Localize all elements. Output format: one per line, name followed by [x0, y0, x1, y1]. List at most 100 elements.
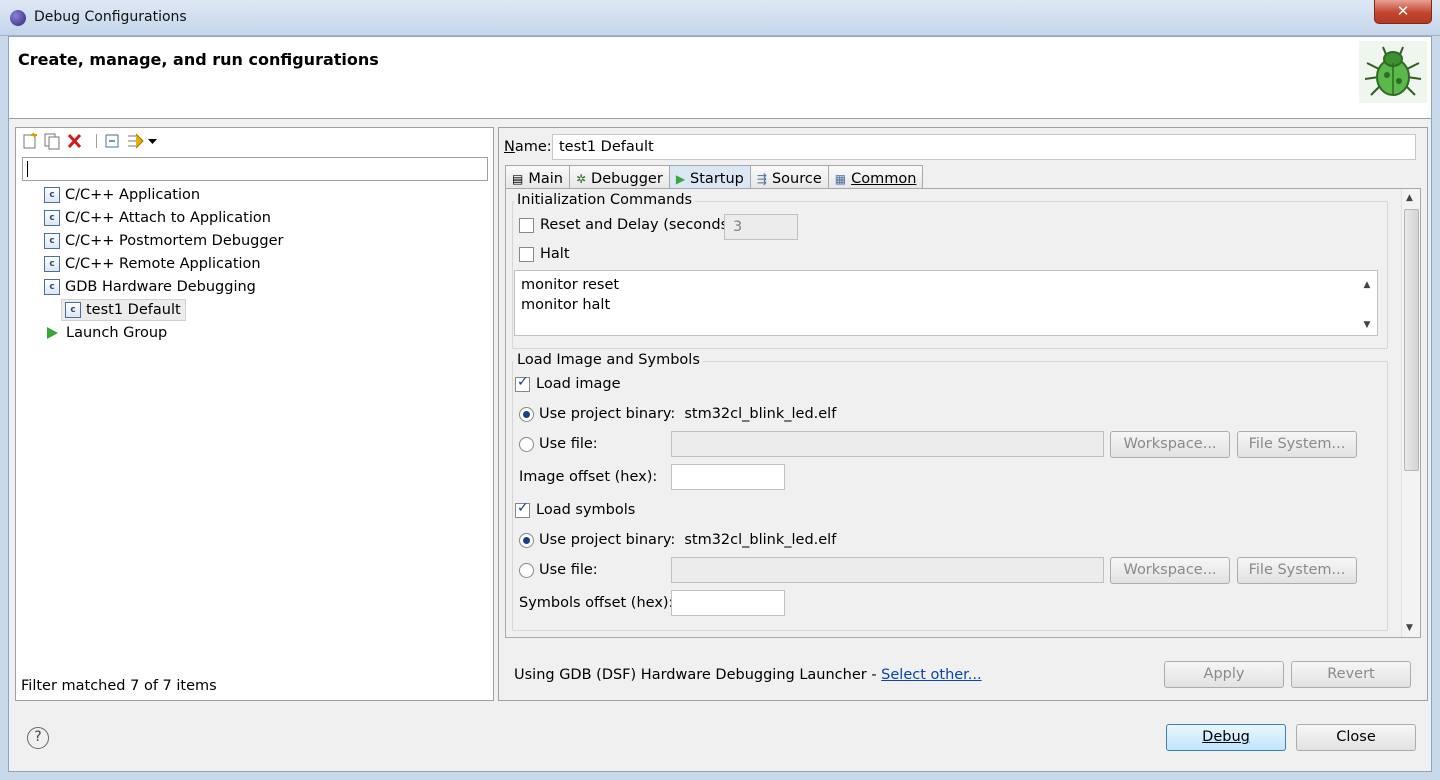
bug-icon	[1359, 41, 1427, 103]
scroll-down-icon[interactable]: ▼	[1359, 315, 1375, 335]
duplicate-icon[interactable]	[42, 132, 62, 150]
image-project-binary-label: Use project binary:	[539, 406, 676, 422]
tree-item-label: C/C++ Attach to Application	[65, 210, 271, 226]
symbols-use-file-label: Use file:	[539, 562, 598, 578]
source-tab-icon: ⇶	[756, 171, 767, 186]
startup-tab-icon: ▶	[675, 171, 686, 186]
close-icon[interactable]: ✕	[1374, 0, 1432, 24]
symbols-project-binary-label: Use project binary:	[539, 532, 676, 548]
command-line: monitor reset	[521, 277, 620, 293]
symbols-project-binary-radio[interactable]	[519, 532, 534, 548]
reset-delay-checkbox[interactable]	[519, 217, 534, 233]
symbols-filesystem-button[interactable]: File System...	[1237, 557, 1357, 584]
halt-row: Halt	[519, 246, 570, 262]
load-image-group	[512, 361, 1388, 631]
name-label: Name:	[504, 139, 552, 155]
tab-common[interactable]: ▦ Common	[827, 165, 924, 189]
load-image-label: Load image	[536, 376, 621, 392]
tree-item-gdb-hardware[interactable]: c GDB Hardware Debugging	[44, 276, 256, 298]
load-image-row: Load image	[515, 374, 621, 392]
command-line: monitor halt	[521, 297, 611, 313]
revert-button[interactable]: Revert	[1291, 661, 1411, 688]
scroll-up-icon[interactable]: ▲	[1359, 275, 1375, 295]
reset-delay-label: Reset and Delay (seconds):	[540, 217, 739, 233]
header-banner: Create, manage, and run configurations	[9, 37, 1431, 119]
toolbar-separator	[96, 134, 97, 148]
tree-item-launch-group[interactable]: Launch Group	[44, 322, 167, 344]
debugger-tab-icon: ✲	[575, 171, 587, 186]
c-config-icon: c	[44, 233, 60, 249]
c-config-icon: c	[44, 279, 60, 295]
tab-debugger[interactable]: ✲ Debugger	[568, 165, 670, 189]
c-config-icon: c	[44, 256, 60, 272]
tab-startup[interactable]: ▶ Startup	[668, 165, 751, 189]
c-config-icon: c	[44, 210, 60, 226]
tree-item-cpp-application[interactable]: c C/C++ Application	[44, 184, 200, 206]
init-commands-textarea[interactable]: monitor reset monitor halt ▲ ▼	[514, 270, 1378, 336]
symbols-binary-value: stm32cl_blink_led.elf	[684, 532, 837, 548]
scroll-up-icon[interactable]: ▲	[1406, 193, 1413, 203]
symbols-use-file-row: Use file:	[519, 562, 598, 578]
apply-button[interactable]: Apply	[1164, 661, 1284, 688]
launcher-info: Using GDB (DSF) Hardware Debugging Launc…	[514, 667, 982, 683]
image-use-file-row: Use file:	[519, 436, 598, 452]
image-workspace-button[interactable]: Workspace...	[1110, 431, 1230, 458]
scrollbar-thumb[interactable]	[1404, 209, 1419, 471]
delete-icon[interactable]	[65, 132, 85, 150]
delay-seconds-input[interactable]	[724, 214, 798, 240]
eclipse-icon	[10, 10, 26, 26]
load-symbols-checkbox[interactable]	[515, 500, 530, 518]
tab-source[interactable]: ⇶ Source	[749, 165, 829, 189]
tree-item-label: Launch Group	[66, 325, 168, 341]
image-use-file-label: Use file:	[539, 436, 598, 452]
config-editor-panel: Name: ▤Main ✲Debugger ▶Startup ⇶Source ▦…	[498, 127, 1428, 701]
tab-main[interactable]: ▤ Main	[505, 165, 570, 189]
config-name-input[interactable]	[552, 134, 1416, 160]
tree-item-label: GDB Hardware Debugging	[65, 279, 256, 295]
image-offset-row: Image offset (hex):	[519, 469, 657, 485]
init-commands-title: Initialization Commands	[514, 192, 696, 208]
symbols-file-input[interactable]	[671, 557, 1104, 583]
tree-item-cpp-attach[interactable]: c C/C++ Attach to Application	[44, 207, 271, 229]
image-file-input[interactable]	[671, 431, 1104, 457]
tree-item-label: C/C++ Application	[65, 187, 201, 203]
image-filesystem-button[interactable]: File System...	[1237, 431, 1357, 458]
text-caret	[27, 161, 28, 177]
symbols-offset-input[interactable]	[671, 590, 785, 616]
close-button[interactable]: Close	[1296, 724, 1416, 751]
collapse-all-icon[interactable]	[103, 132, 123, 150]
image-project-binary-row: Use project binary: stm32cl_blink_led.el…	[519, 406, 836, 422]
image-use-file-radio[interactable]	[519, 436, 534, 452]
symbols-project-binary-row: Use project binary: stm32cl_blink_led.el…	[519, 532, 836, 548]
image-project-binary-radio[interactable]	[519, 406, 534, 422]
common-tab-icon: ▦	[834, 171, 847, 186]
filter-input[interactable]	[22, 157, 488, 181]
symbols-workspace-button[interactable]: Workspace...	[1110, 557, 1230, 584]
reset-delay-row: Reset and Delay (seconds):	[519, 217, 739, 233]
image-offset-input[interactable]	[671, 464, 785, 490]
tree-item-test1-default[interactable]: c test1 Default	[61, 299, 186, 321]
tree-item-label: test1 Default	[86, 302, 181, 318]
halt-label: Halt	[540, 246, 570, 262]
image-offset-label: Image offset (hex):	[519, 469, 658, 485]
select-other-link[interactable]: Select other...	[881, 667, 981, 683]
scroll-down-icon[interactable]: ▼	[1406, 623, 1413, 633]
main-tab-icon: ▤	[512, 171, 524, 186]
launch-group-icon	[47, 327, 58, 339]
tree-item-cpp-remote[interactable]: c C/C++ Remote Application	[44, 253, 261, 275]
dropdown-icon[interactable]	[144, 132, 164, 150]
load-symbols-label: Load symbols	[536, 502, 636, 518]
load-image-checkbox[interactable]	[515, 374, 530, 392]
tree-item-cpp-postmortem[interactable]: c C/C++ Postmortem Debugger	[44, 230, 283, 252]
halt-checkbox[interactable]	[519, 246, 534, 262]
c-config-icon: c	[65, 302, 81, 318]
new-config-icon[interactable]	[20, 132, 40, 150]
symbols-use-file-radio[interactable]	[519, 562, 534, 578]
filter-icon[interactable]	[126, 132, 146, 150]
load-symbols-row: Load symbols	[515, 500, 636, 518]
c-config-icon: c	[44, 187, 60, 203]
debug-button[interactable]: Debug	[1166, 724, 1286, 751]
symbols-offset-row: Symbols offset (hex):	[519, 595, 673, 611]
help-icon[interactable]: ?	[27, 727, 49, 749]
vertical-scrollbar[interactable]: ▲ ▼	[1401, 189, 1420, 637]
